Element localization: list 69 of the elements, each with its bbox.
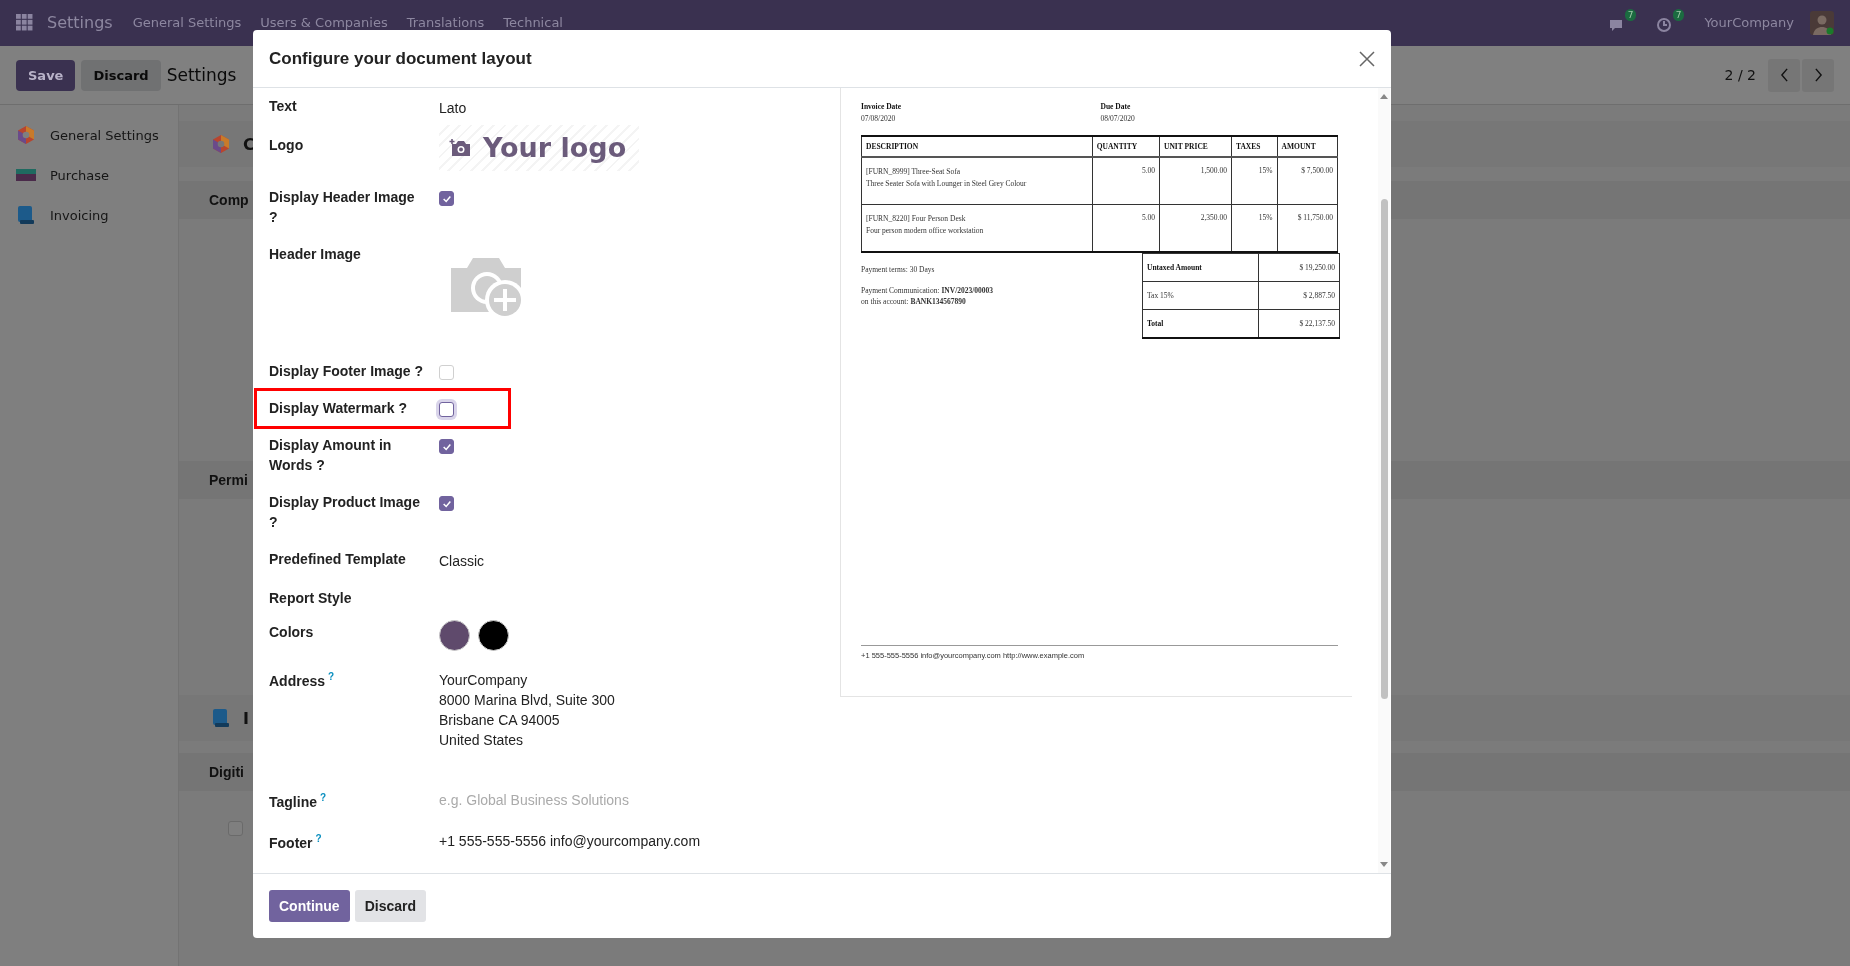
color-swatch[interactable]: [478, 620, 509, 651]
field-label: Display Amount in Words ?: [269, 437, 392, 473]
address-line: United States: [439, 731, 525, 750]
check-icon: [441, 193, 452, 204]
color-swatch[interactable]: [439, 620, 470, 651]
checkbox[interactable]: [439, 496, 454, 511]
field-label: Report Style: [269, 590, 352, 606]
field-label: Logo: [269, 137, 304, 153]
address-line: Brisbane CA 94005: [439, 711, 561, 730]
chevron-left-icon: [1779, 68, 1789, 82]
next-button[interactable]: [1802, 58, 1834, 92]
dialog-title: Configure your document layout: [269, 48, 533, 69]
field-label: Footer $^{?}$: [269, 834, 322, 851]
menu-item[interactable]: Users & Companies: [260, 15, 388, 30]
avatar-icon[interactable]: [1810, 11, 1834, 35]
section-heading: Digiti: [209, 764, 244, 780]
section-heading: Comp: [209, 192, 249, 208]
save-button[interactable]: Save: [16, 59, 76, 91]
field-label: Display Watermark ?: [269, 400, 407, 416]
menu-item[interactable]: Technical: [503, 15, 563, 30]
field-value: Lato: [439, 99, 467, 118]
field-label: Text: [269, 98, 297, 114]
section-heading: Permi: [209, 472, 248, 488]
breadcrumb: Settings: [166, 65, 237, 85]
hexagon-icon: [211, 134, 231, 154]
field-label: Header Image: [269, 246, 361, 262]
continue-button[interactable]: Continue: [269, 890, 350, 922]
field-label: Tagline $^{?}$: [269, 793, 327, 810]
field-label: Display Footer Image ?: [269, 363, 424, 379]
field-value: +1 555-555-5556 info@yourcompany.com: [439, 832, 701, 851]
logo-image[interactable]: Your logo: [439, 125, 639, 171]
document-icon: [16, 205, 36, 225]
activity-button[interactable]: 7: [1656, 9, 1685, 33]
field-label: Display Header Image ?: [269, 189, 415, 225]
previous-button[interactable]: [1768, 58, 1800, 92]
field-value: Classic: [439, 552, 485, 571]
scrollbar[interactable]: [1378, 88, 1390, 873]
checkbox[interactable]: [439, 439, 454, 454]
document-icon: [211, 708, 231, 728]
discard-button[interactable]: Discard: [354, 890, 426, 922]
chat-button[interactable]: 7: [1608, 9, 1637, 33]
section-title: I: [243, 708, 249, 728]
chat-icon: [1608, 17, 1625, 33]
checkbox[interactable]: [439, 402, 454, 417]
menu-item[interactable]: Translations: [406, 15, 485, 30]
sidebar-item[interactable]: General Settings: [0, 115, 178, 155]
field-label: Display Product Image ?: [269, 494, 420, 530]
count-badge: 7: [1624, 9, 1637, 21]
sidebar-item[interactable]: Purchase: [0, 155, 178, 195]
hexagon-icon: [16, 125, 36, 145]
field-label: Predefined Template: [269, 551, 406, 567]
address-line: 8000 Marina Blvd, Suite 300: [439, 691, 616, 710]
field-label: Colors: [269, 624, 314, 640]
company-name[interactable]: YourCompany: [1704, 15, 1794, 30]
check-icon: [441, 441, 452, 452]
discard-button[interactable]: Discard: [81, 59, 161, 91]
chevron-right-icon: [1813, 68, 1823, 82]
checkbox[interactable]: [439, 191, 454, 206]
field-label: Address $^{?}$: [269, 672, 335, 689]
app-title[interactable]: Settings: [47, 13, 113, 32]
menu-item[interactable]: General Settings: [132, 15, 242, 30]
check-icon: [441, 498, 452, 509]
address-line: YourCompany: [439, 671, 529, 690]
count-badge: 7: [1672, 9, 1685, 21]
close-icon[interactable]: [1359, 50, 1375, 67]
clock-icon: [1656, 17, 1673, 33]
sidebar-item[interactable]: Invoicing: [0, 195, 178, 235]
pager-value: 2 / 2: [1724, 67, 1756, 83]
apps-menu-icon[interactable]: [16, 14, 33, 31]
